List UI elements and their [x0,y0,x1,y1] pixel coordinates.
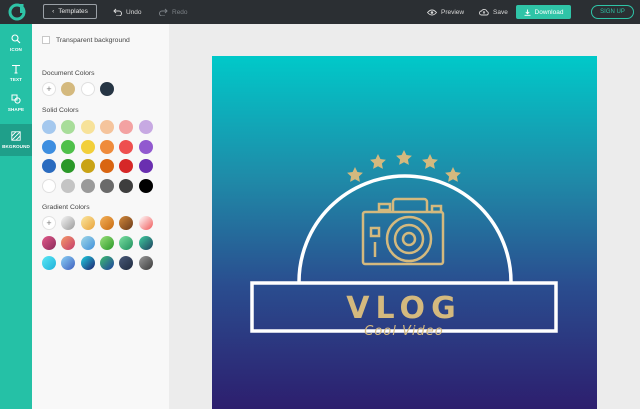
solid-color-swatch[interactable] [80,139,95,154]
vlog-logo-artwork[interactable]: VLOG Cool Video [212,56,597,409]
design-canvas[interactable]: VLOG Cool Video [212,56,597,409]
add-color-button[interactable]: + [42,82,56,96]
cloud-upload-icon [479,9,489,16]
document-color-swatch[interactable] [61,82,76,96]
solid-color-swatch[interactable] [80,120,95,134]
solid-color-swatch[interactable] [99,159,114,174]
cool-video-subtitle[interactable]: Cool Video [364,324,443,339]
document-colors-title: Document Colors [42,70,95,77]
solid-color-swatch[interactable] [42,159,56,174]
solid-color-swatch[interactable] [138,139,153,154]
rail-item-text[interactable]: TEXT [0,58,32,88]
solid-color-swatch[interactable] [61,179,76,194]
rail-item-shape[interactable]: SHAPE [0,88,32,118]
templates-button[interactable]: ‹ Templates [43,4,97,19]
solid-color-swatch[interactable] [138,159,153,174]
rail-item-background[interactable]: BKGROUND [0,124,32,156]
star-icon [445,167,461,182]
chevron-left-icon: ‹ [52,8,55,15]
gradient-color-swatch[interactable] [80,256,95,270]
download-icon [524,9,531,16]
gradient-colors-title: Gradient Colors [42,204,90,211]
solid-color-swatch[interactable] [42,120,56,134]
solid-color-swatch[interactable] [80,179,95,194]
gradient-color-swatch[interactable] [61,236,76,250]
preview-button[interactable]: Preview [427,6,464,18]
gradient-color-swatch[interactable] [138,236,153,250]
solid-color-swatch[interactable] [138,179,153,194]
solid-color-swatch[interactable] [119,139,134,154]
add-color-button[interactable]: + [42,216,56,230]
gradient-color-swatch[interactable] [61,256,76,270]
star-icon [347,167,363,182]
text-icon [12,64,20,74]
document-color-swatch[interactable] [99,82,114,96]
app-logo-icon[interactable] [8,3,26,21]
gradient-color-swatch[interactable] [99,216,114,230]
gradient-color-swatch[interactable] [119,216,134,230]
signup-button[interactable]: SIGN UP [591,5,634,19]
solid-color-swatch[interactable] [138,120,153,134]
star-icon [422,154,438,169]
solid-color-swatch[interactable] [99,120,114,134]
eye-icon [427,9,437,15]
gradient-color-swatch[interactable] [80,216,95,230]
vlog-title[interactable]: VLOG [346,291,461,326]
solid-colors-title: Solid Colors [42,107,79,114]
gradient-color-swatch[interactable] [42,256,56,270]
document-color-swatch[interactable] [80,82,95,96]
undo-icon [113,8,122,16]
solid-color-swatch[interactable] [119,179,134,194]
solid-color-swatch[interactable] [119,159,134,174]
left-rail: ICON TEXT SHAPE BKGROUND [0,24,32,409]
solid-color-swatch[interactable] [99,179,114,194]
shape-icon [11,94,21,104]
solid-color-swatch[interactable] [119,120,134,134]
redo-button[interactable]: Redo [159,6,188,18]
redo-icon [159,8,168,16]
save-button[interactable]: Save [479,6,508,18]
background-icon [11,131,21,141]
gradient-color-swatch[interactable] [99,256,114,270]
gradient-color-swatch[interactable] [119,236,134,250]
gradient-color-swatch[interactable] [99,236,114,250]
gradient-color-swatch[interactable] [61,216,76,230]
background-panel: Transparent background Document Colors S… [32,24,169,409]
solid-color-swatch[interactable] [42,179,56,194]
rail-item-icon[interactable]: ICON [0,28,32,58]
star-icon [396,150,412,165]
solid-color-swatch[interactable] [61,139,76,154]
gradient-color-swatch[interactable] [42,236,56,250]
gradient-color-swatch[interactable] [119,256,134,270]
gradient-color-swatch[interactable] [138,216,153,230]
gradient-color-swatch[interactable] [80,236,95,250]
solid-color-swatch[interactable] [61,120,76,134]
star-icon [370,154,386,169]
camera-icon [361,197,445,266]
transparent-checkbox[interactable] [42,36,50,44]
download-button[interactable]: Download [516,5,571,19]
arch-outline [297,174,513,283]
solid-color-swatch[interactable] [99,139,114,154]
solid-color-swatch[interactable] [80,159,95,174]
undo-button[interactable]: Undo [113,6,142,18]
search-icon [11,34,21,44]
transparent-background-toggle[interactable]: Transparent background [42,36,130,44]
gradient-color-swatch[interactable] [138,256,153,270]
solid-color-swatch[interactable] [61,159,76,174]
solid-color-swatch[interactable] [42,139,56,154]
top-toolbar: ‹ Templates Undo Redo Preview Save Downl… [0,0,640,24]
